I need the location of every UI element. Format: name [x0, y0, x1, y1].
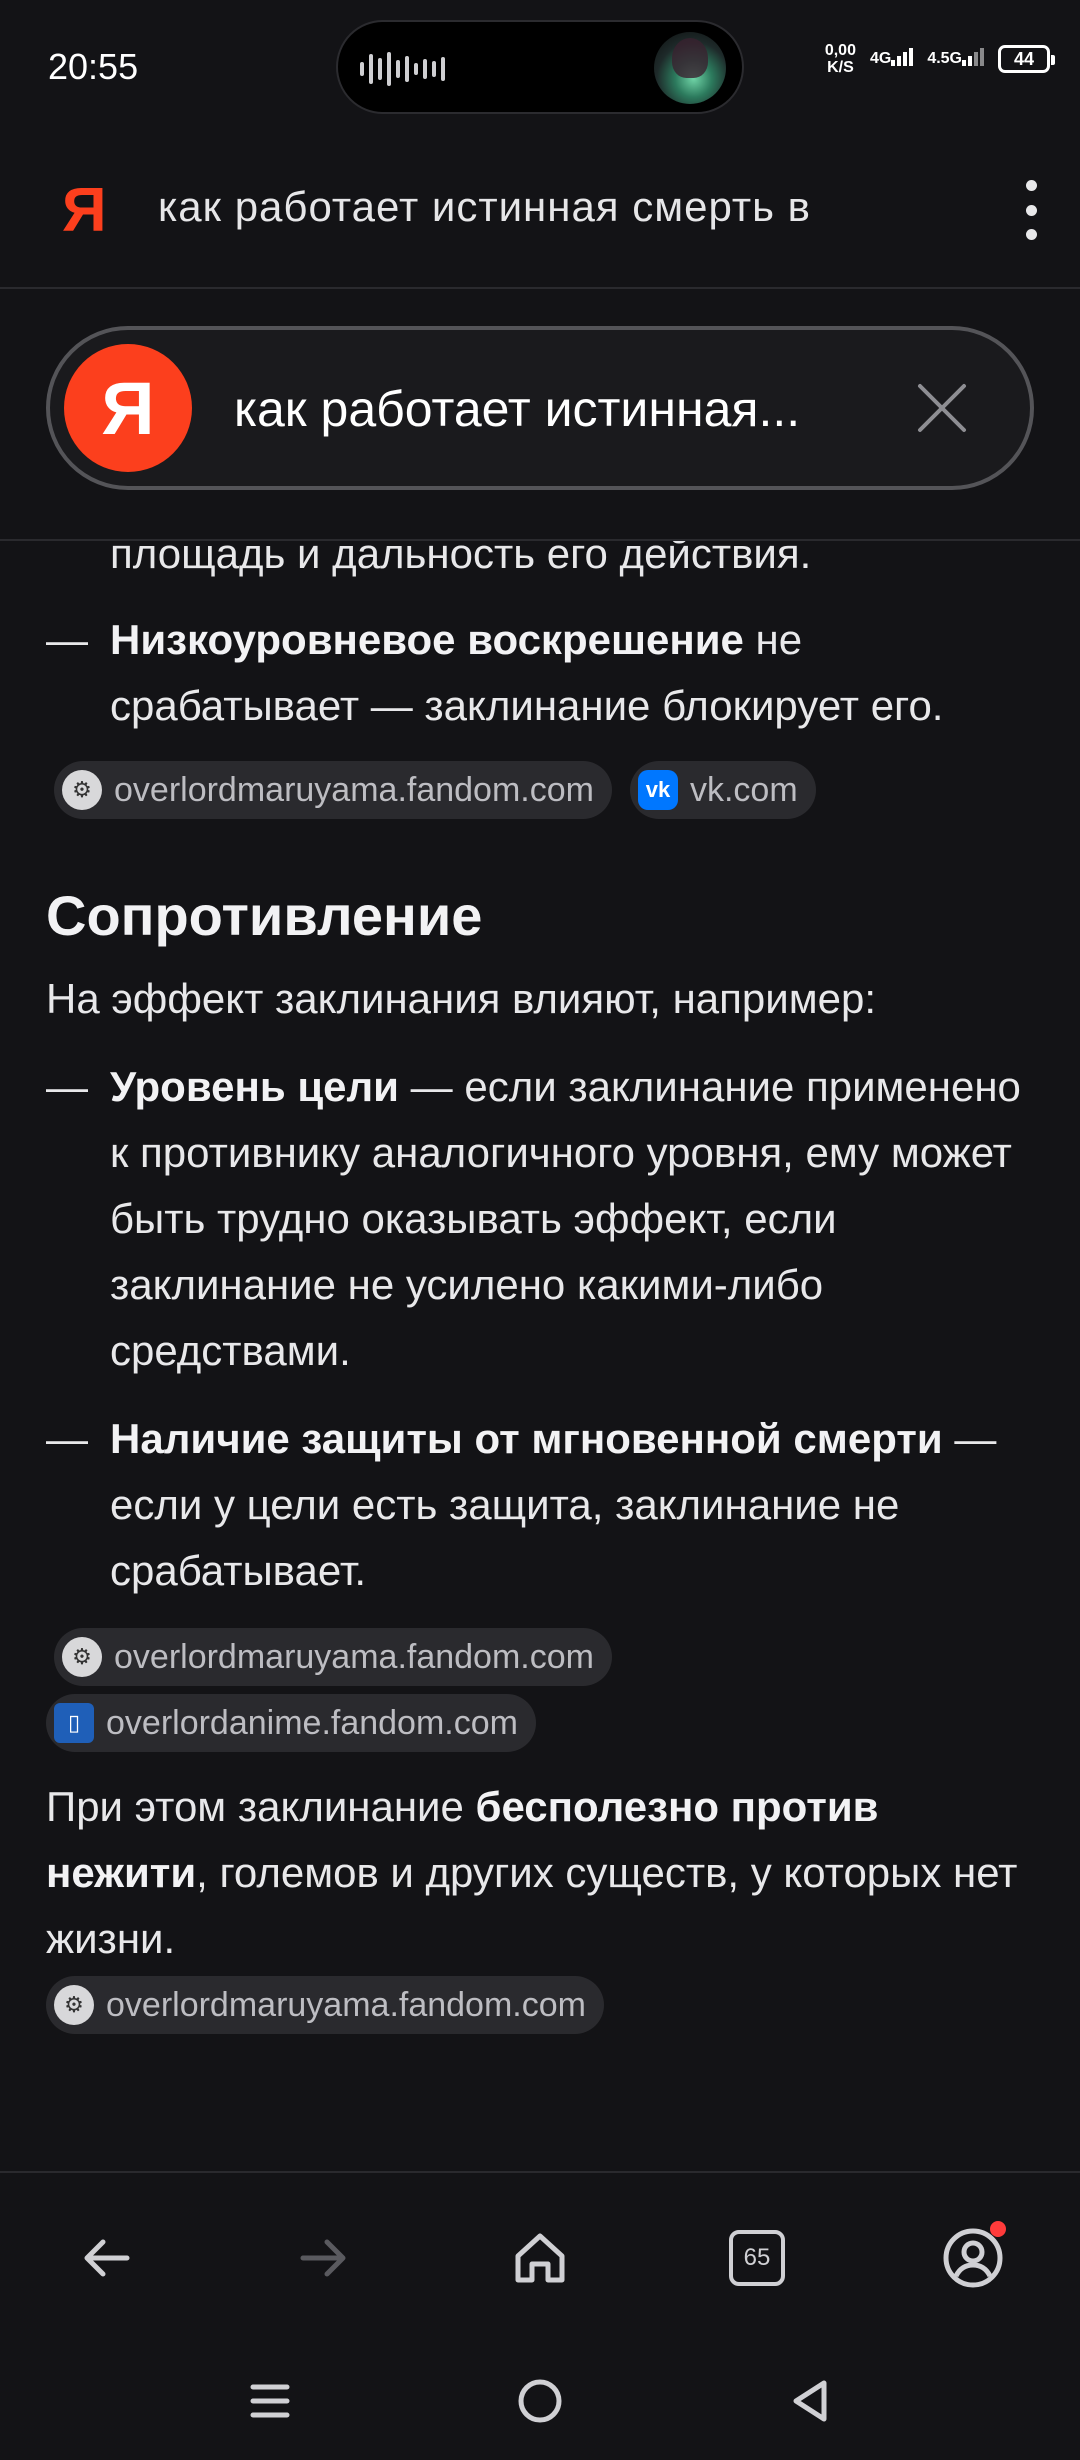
home-circle-icon[interactable] — [512, 2373, 568, 2429]
close-icon[interactable] — [916, 382, 968, 434]
list-item-low-revive: — Низкоуровневое воскрешение не срабатыва… — [46, 616, 944, 729]
source-chip[interactable]: vk vk.com — [629, 761, 816, 819]
media-artwork — [654, 32, 726, 104]
tabs-icon[interactable]: 65 — [722, 2223, 792, 2293]
search-query-text[interactable]: как работает истинная... — [234, 380, 844, 438]
back-triangle-icon[interactable] — [782, 2373, 838, 2429]
home-icon[interactable] — [505, 2223, 575, 2293]
search-bar-area: Я как работает истинная... — [0, 289, 1080, 541]
browser-toolbar: Я как работает истинная смерть в — [0, 135, 1080, 289]
source-chip[interactable]: ▯ overlordanime.fandom.com — [46, 1694, 536, 1752]
fandom-icon: ⚙ — [62, 1637, 102, 1677]
forward-arrow-icon[interactable] — [288, 2223, 358, 2293]
sources-row-2: ⚙ overlordmaruyama.fandom.com ▯ overlordan… — [0, 1628, 1080, 1752]
yandex-logo[interactable]: Я — [62, 175, 107, 246]
source-chip[interactable]: ⚙ overlordmaruyama.fandom.com — [54, 1628, 612, 1686]
source-chip[interactable]: ⚙ overlordmaruyama.fandom.com — [54, 761, 612, 819]
fandom-icon: ⚙ — [54, 1985, 94, 2025]
fandom-icon: ⚙ — [62, 770, 102, 810]
yandex-search-logo[interactable]: Я — [64, 344, 192, 472]
signal-icon: 4G — [870, 48, 914, 68]
status-time: 20:55 — [48, 46, 139, 87]
final-paragraph: При этом заклинание бесполезно против не… — [46, 1783, 1018, 1962]
list-item-level: — Уровень цели — если заклинание применен… — [46, 1063, 1021, 1374]
list-item-protection: — Наличие защиты от мгновенной смерти — е… — [46, 1415, 997, 1594]
recents-icon[interactable] — [242, 2373, 298, 2429]
notification-dot — [990, 2221, 1006, 2237]
vk-icon: vk — [637, 770, 678, 810]
overlord-anime-icon: ▯ — [54, 1703, 94, 1743]
signal-icon-2: 4.5G — [927, 48, 984, 68]
back-arrow-icon[interactable] — [72, 2223, 142, 2293]
search-input[interactable]: Я как работает истинная... — [46, 326, 1034, 490]
tab-count: 65 — [729, 2230, 785, 2286]
section-title: Сопротивление — [46, 884, 483, 947]
status-bar: 20:55 0,00 K/S 4G 4.5G 44 — [0, 0, 1080, 135]
audio-wave-icon — [360, 52, 445, 86]
browser-bottom-nav: 65 — [0, 2171, 1080, 2345]
answer-content: площадь и дальность его действия. — Низко… — [0, 541, 1080, 2171]
profile-icon[interactable] — [938, 2221, 1008, 2293]
net-speed: 0,00 K/S — [824, 42, 856, 76]
battery-icon: 44 — [998, 45, 1055, 73]
source-chip[interactable]: ⚙ overlordmaruyama.fandom.com — [46, 1976, 604, 2034]
sources-row-3: ⚙ overlordmaruyama.fandom.com — [0, 1976, 1080, 2034]
sources-row-1: ⚙ overlordmaruyama.fandom.com vk vk.com — [0, 761, 1080, 819]
dynamic-island[interactable] — [336, 20, 744, 114]
toolbar-query[interactable]: как работает истинная смерть в — [158, 183, 938, 231]
system-nav-bar — [0, 2343, 1080, 2460]
more-vertical-icon[interactable] — [1022, 180, 1040, 240]
section-intro: На эффект заклинания влияют, например: — [46, 975, 876, 1022]
list-item-tail: площадь и дальность его действия. — [110, 541, 812, 577]
